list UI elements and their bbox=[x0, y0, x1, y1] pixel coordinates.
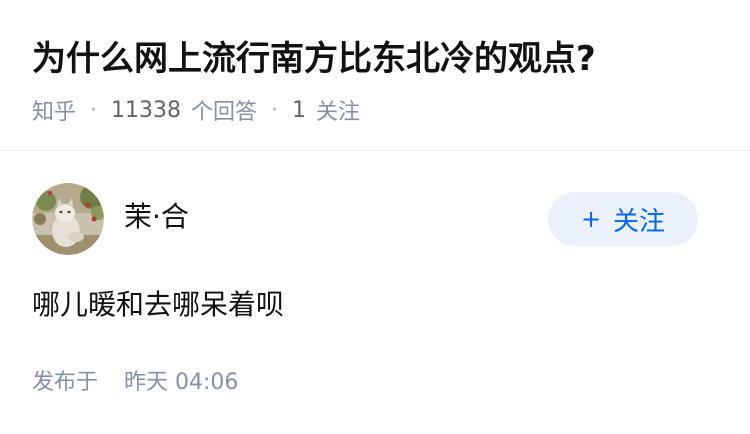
question-header: 为什么网上流行南方比东北冷的观点? 知乎 · 11338 个回答 · 1 关注 bbox=[0, 0, 750, 151]
follow-count-label: 关注 bbox=[316, 100, 361, 125]
separator-dot: · bbox=[90, 97, 98, 123]
source-label[interactable]: 知乎 bbox=[32, 94, 76, 126]
author-name[interactable]: 茉·合 bbox=[124, 199, 189, 235]
avatar[interactable] bbox=[32, 183, 104, 255]
answer-count-label: 个回答 bbox=[191, 100, 258, 125]
separator-dot: · bbox=[271, 97, 279, 123]
follow-button[interactable]: + 关注 bbox=[548, 192, 698, 246]
answer-content[interactable]: 哪儿暖和去哪呆着呗 bbox=[32, 284, 284, 326]
follow-count: 1 bbox=[292, 97, 307, 123]
plus-icon: + bbox=[580, 205, 602, 233]
publish-timestamp: 昨天 04:06 bbox=[124, 370, 239, 395]
follow-button-label: 关注 bbox=[613, 206, 666, 237]
answer-count: 11338 bbox=[111, 97, 182, 123]
answer-page: 为什么网上流行南方比东北冷的观点? 知乎 · 11338 个回答 · 1 关注 bbox=[0, 0, 750, 434]
publish-label: 发布于 bbox=[32, 370, 99, 395]
question-meta: 知乎 · 11338 个回答 · 1 关注 bbox=[32, 94, 360, 126]
answer-author: 茉·合 + 关注 bbox=[32, 183, 718, 255]
publish-time: 发布于 昨天 04:06 bbox=[32, 366, 238, 400]
question-title[interactable]: 为什么网上流行南方比东北冷的观点? bbox=[32, 36, 596, 82]
